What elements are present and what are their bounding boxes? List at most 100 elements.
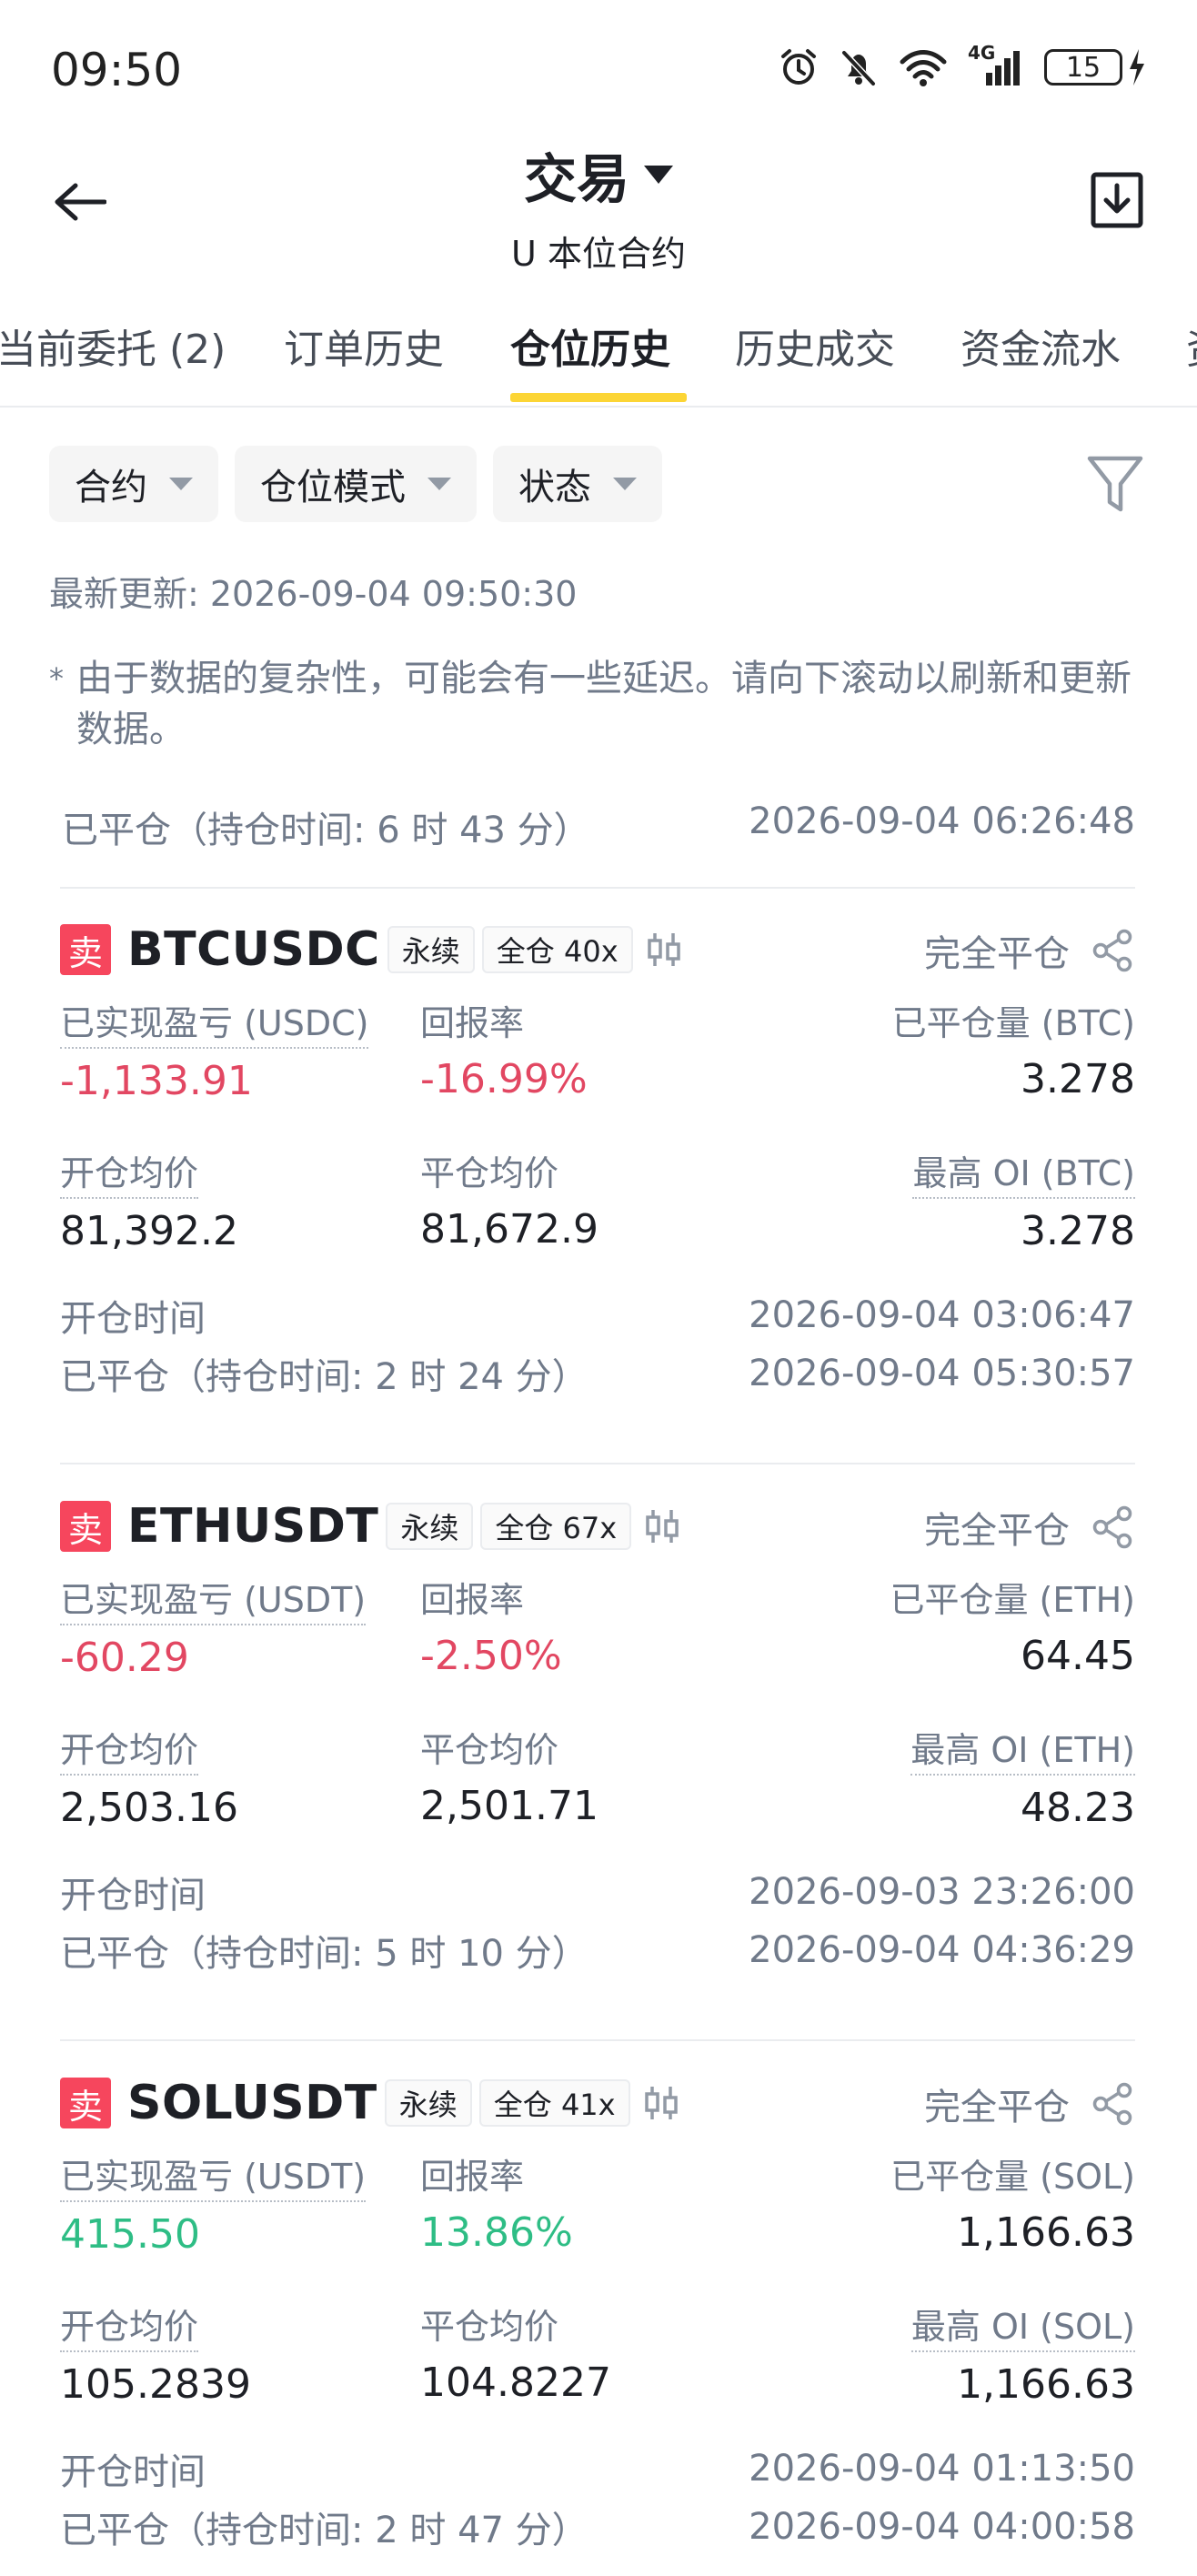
max-open-interest-label[interactable]: 最高 OI (BTC)	[912, 1145, 1135, 1199]
exit-price: 平仓均价 2,501.71	[420, 1722, 598, 1829]
closed-duration-label: 已平仓（持仓时间: 2 时 24 分）	[60, 1356, 588, 1398]
open-time-row: 开仓时间 2026-09-03 23:26:00	[60, 1863, 1135, 1921]
closed-time-row: 已平仓（持仓时间: 5 时 10 分） 2026-09-04 04:36:29	[60, 1921, 1135, 1979]
filter-status[interactable]: 状态	[493, 446, 662, 522]
roi: 回报率 13.86%	[420, 2148, 573, 2256]
filter-contract[interactable]: 合约	[49, 446, 218, 522]
closed-quantity-value: 3.278	[1021, 1056, 1135, 1102]
side-badge: 卖	[60, 1501, 111, 1552]
closed-quantity: 已平仓量 (BTC) 3.278	[892, 995, 1135, 1102]
dropdown-arrow-icon	[613, 478, 637, 490]
tab-transaction-history[interactable]: 资金流水	[961, 317, 1121, 375]
delay-notice: * 由于数据的复杂性，可能会有一些延迟。请向下滚动以刷新和更新数据。	[49, 653, 1150, 755]
exit-price-value: 81,672.9	[420, 1206, 598, 1253]
card-header-actions: 完全平仓	[924, 1501, 1135, 1554]
contract-type-tag: 永续	[387, 926, 475, 973]
share-icon[interactable]	[1090, 2081, 1135, 2127]
caret-down-icon	[644, 166, 673, 184]
history-tabs: 当前委托 (2) 订单历史 仓位历史 历史成交 资金流水 资	[0, 300, 1197, 408]
realized-pnl-label[interactable]: 已实现盈亏 (USDT)	[60, 2148, 367, 2202]
max-open-interest-value: 3.278	[1021, 1208, 1135, 1254]
position-card[interactable]: 卖 BTCUSDC 永续 全仓 40x 完全平仓 已实现盈亏 (USDC) -1…	[60, 913, 1135, 1404]
status-icons: 4G 15	[779, 42, 1146, 87]
open-time-label: 开仓时间	[60, 1298, 206, 1340]
download-icon	[1091, 172, 1143, 228]
position-metrics: 已实现盈亏 (USDT) 415.50 回报率 13.86% 已平仓量 (SOL…	[60, 2139, 1135, 2440]
closed-quantity-value: 1,166.63	[957, 2209, 1135, 2256]
card-header-actions: 完全平仓	[924, 924, 1135, 977]
max-open-interest: 最高 OI (SOL) 1,166.63	[910, 2299, 1135, 2408]
share-icon[interactable]	[1090, 928, 1135, 973]
entry-price-label[interactable]: 开仓均价	[60, 1722, 199, 1776]
side-badge: 卖	[60, 924, 111, 975]
realized-pnl: 已实现盈亏 (USDT) 415.50	[60, 2148, 367, 2258]
margin-mode-tag: 全仓 40x	[481, 926, 633, 973]
closed-quantity-label: 已平仓量 (BTC)	[891, 1003, 1135, 1043]
signal-icon: 4G	[968, 42, 1024, 87]
position-card[interactable]: 卖 ETHUSDT 永续 全仓 67x 完全平仓 已实现盈亏 (USDT) -6…	[60, 1490, 1135, 1981]
open-time-row: 开仓时间 2026-09-04 01:13:50	[60, 2440, 1135, 2498]
contract-type-tag: 永续	[384, 2079, 472, 2127]
app-header: 交易 U 本位合约	[0, 136, 1197, 276]
divider	[60, 1463, 1135, 1464]
close-status: 完全平仓	[924, 1510, 1070, 1552]
page-title: 交易	[523, 148, 629, 210]
candlestick-chart-icon[interactable]	[644, 1506, 680, 1546]
position-card[interactable]: 卖 SOLUSDT 永续 全仓 41x 完全平仓 已实现盈亏 (USDT) 41…	[60, 2067, 1135, 2558]
entry-price-label[interactable]: 开仓均价	[60, 1145, 199, 1199]
last-updated: 最新更新: 2026-09-04 09:50:30	[49, 574, 578, 614]
entry-price-label[interactable]: 开仓均价	[60, 2299, 199, 2352]
tab-order-history[interactable]: 订单历史	[284, 317, 444, 375]
market-switcher[interactable]: 交易	[524, 136, 673, 213]
download-button[interactable]	[1088, 166, 1146, 231]
exit-price: 平仓均价 81,672.9	[420, 1145, 598, 1253]
candlestick-chart-icon[interactable]	[646, 930, 682, 970]
roi: 回报率 -16.99%	[420, 995, 588, 1102]
max-open-interest: 最高 OI (BTC) 3.278	[912, 1145, 1135, 1254]
position-times: 开仓时间 2026-09-03 23:26:00 已平仓（持仓时间: 5 时 1…	[60, 1863, 1135, 1981]
position-times: 开仓时间 2026-09-04 03:06:47 已平仓（持仓时间: 2 时 2…	[60, 1286, 1135, 1404]
tab-position-history[interactable]: 仓位历史	[510, 317, 670, 375]
filter-contract-label: 合约	[75, 467, 147, 508]
tab-open-orders[interactable]: 当前委托 (2)	[0, 317, 226, 375]
exit-price: 平仓均价 104.8227	[420, 2299, 611, 2406]
closed-quantity-value: 64.45	[1021, 1633, 1135, 1679]
page-subtitle: U 本位合约	[511, 234, 686, 274]
mute-icon	[841, 50, 876, 86]
open-time-row: 开仓时间 2026-09-04 03:06:47	[60, 1286, 1135, 1344]
exit-price-value: 2,501.71	[420, 1783, 598, 1829]
summary-closed-time: 2026-09-04 06:26:48	[749, 800, 1135, 842]
exit-price-value: 104.8227	[420, 2360, 611, 2406]
card-header-actions: 完全平仓	[924, 2078, 1135, 2130]
closed-quantity-label: 已平仓量 (SOL)	[890, 2157, 1135, 2197]
candlestick-chart-icon[interactable]	[643, 2083, 679, 2123]
max-open-interest: 最高 OI (ETH) 48.23	[910, 1722, 1135, 1831]
roi-label: 回报率	[420, 1003, 525, 1043]
funnel-icon	[1087, 456, 1143, 512]
filter-bar: 合约 仓位模式 状态	[49, 446, 662, 522]
roi-label: 回报率	[420, 2157, 525, 2197]
advanced-filter-button[interactable]	[1086, 453, 1144, 515]
tab-trade-history[interactable]: 历史成交	[735, 317, 895, 375]
charging-icon	[1130, 49, 1144, 86]
max-open-interest-label[interactable]: 最高 OI (ETH)	[910, 1722, 1135, 1776]
header-title-group: 交易 U 本位合约	[0, 136, 1197, 276]
closed-time-value: 2026-09-04 04:00:58	[749, 2506, 1135, 2548]
max-open-interest-label[interactable]: 最高 OI (SOL)	[910, 2299, 1135, 2352]
entry-price: 开仓均价 2,503.16	[60, 1722, 238, 1831]
share-icon[interactable]	[1090, 1504, 1135, 1550]
filter-position-mode[interactable]: 仓位模式	[235, 446, 477, 522]
entry-price-value: 105.2839	[60, 2361, 251, 2408]
clock: 09:50	[51, 44, 183, 96]
position-metrics: 已实现盈亏 (USDC) -1,133.91 回报率 -16.99% 已平仓量 …	[60, 986, 1135, 1286]
realized-pnl-label[interactable]: 已实现盈亏 (USDC)	[60, 995, 369, 1049]
open-time-label: 开仓时间	[60, 1875, 206, 1917]
tab-more[interactable]: 资	[1186, 317, 1197, 375]
open-time-value: 2026-09-04 03:06:47	[749, 1294, 1135, 1336]
alarm-icon	[781, 49, 816, 85]
realized-pnl-label[interactable]: 已实现盈亏 (USDT)	[60, 1572, 367, 1625]
status-bar: 09:50 4G 15	[0, 0, 1197, 136]
battery-indicator: 15	[1044, 47, 1146, 87]
close-status: 完全平仓	[924, 933, 1070, 975]
close-status: 完全平仓	[924, 2087, 1070, 2128]
